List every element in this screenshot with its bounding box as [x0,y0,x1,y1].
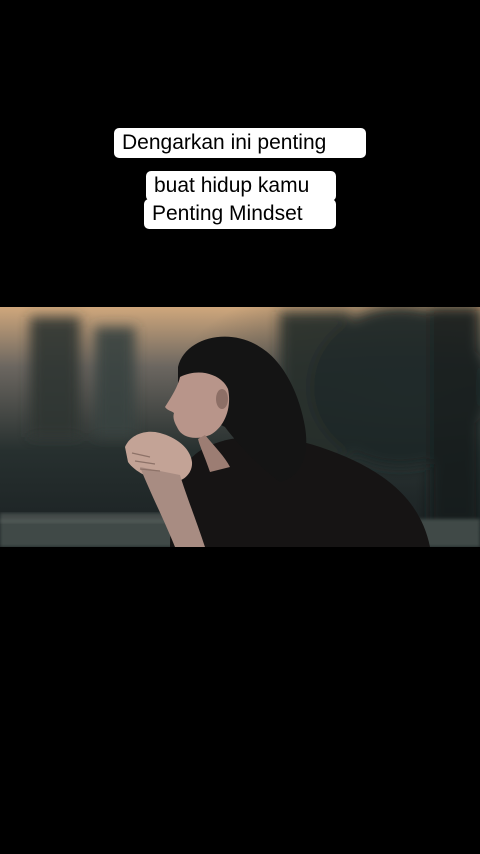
video-screen[interactable]: Dengarkan ini penting buat hidup kamu Pe… [0,0,480,854]
caption-line-2: buat hidup kamu [146,171,336,201]
caption-line-1: Dengarkan ini penting [114,128,366,158]
video-frame[interactable] [0,307,480,547]
video-still-image [0,307,480,547]
caption-line-3: Penting Mindset [144,199,336,229]
